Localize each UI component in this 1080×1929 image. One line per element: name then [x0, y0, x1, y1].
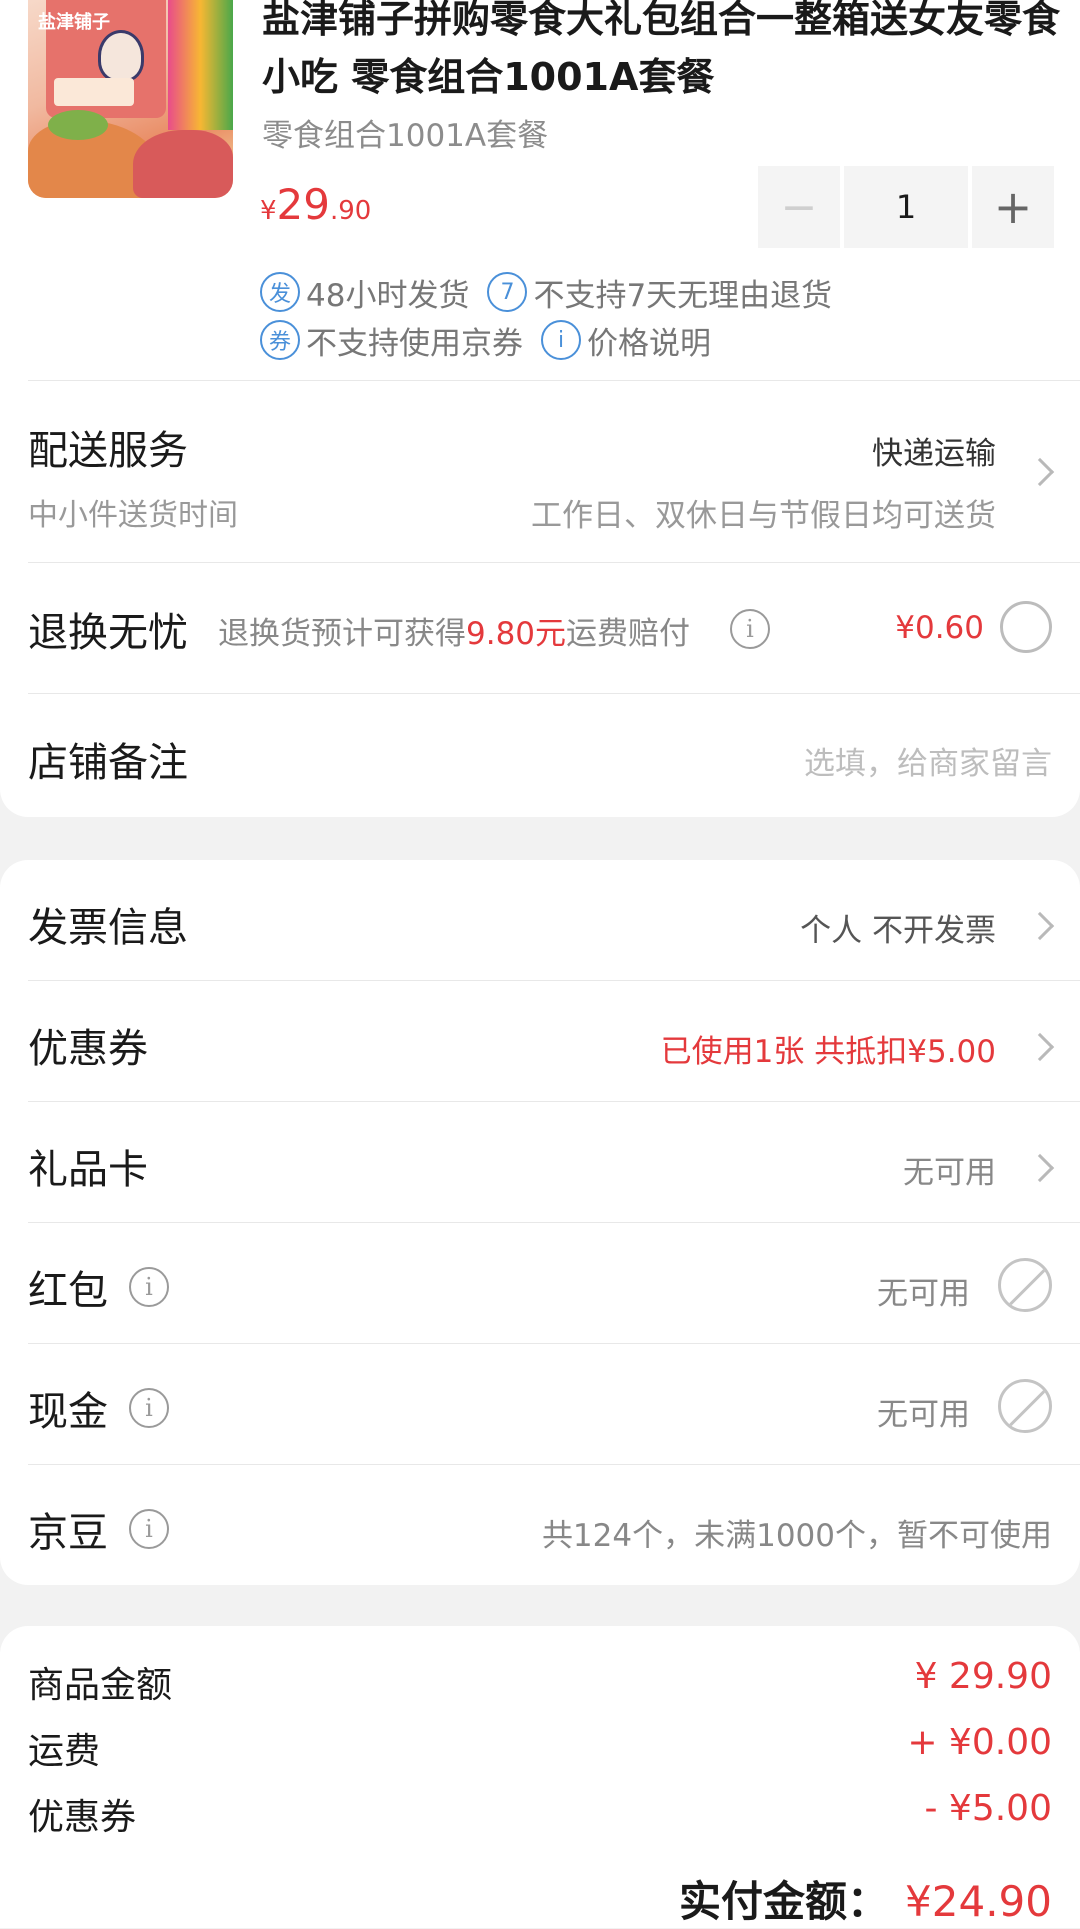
- redpacket-title: 红包: [28, 1268, 108, 1314]
- summary-label-shipping: 运费: [28, 1731, 101, 1772]
- summary-label-goods: 商品金额: [28, 1665, 173, 1706]
- increase-button[interactable]: +: [972, 166, 1054, 248]
- divider: [28, 1343, 1080, 1344]
- divider: [28, 980, 1080, 981]
- payment-options-card: 发票信息 个人 不开发票 优惠券 已使用1张 共抵扣¥5.00 礼品卡 无可用 …: [0, 860, 1080, 1585]
- delivery-method: 快递运输: [872, 436, 996, 472]
- returns-price: ¥0.60: [895, 610, 984, 646]
- invoice-value: 个人 不开发票: [800, 913, 996, 949]
- returns-title: 退换无忧: [28, 610, 188, 656]
- product-spec: 零食组合1001A套餐: [262, 118, 549, 154]
- note-title: 店铺备注: [28, 740, 188, 786]
- divider: [28, 562, 1080, 563]
- summary-value-coupon: - ¥5.00: [924, 1788, 1053, 1829]
- note-input[interactable]: 选填，给商家留言: [804, 738, 1052, 783]
- chevron-right-icon: [1025, 911, 1055, 941]
- chevron-right-icon: [1025, 1153, 1055, 1183]
- tag-price-info[interactable]: i 价格说明: [541, 318, 711, 363]
- info-icon: i: [541, 320, 581, 360]
- product-price: ¥29.90: [260, 180, 372, 229]
- invoice-title: 发票信息: [28, 905, 188, 951]
- order-card: 盐津铺子 盐津铺子拼购零食大礼包组合一整箱送女友零食小吃 零食组合1001A套餐…: [0, 0, 1080, 817]
- summary-value-goods: ¥ 29.90: [914, 1656, 1052, 1697]
- returns-radio[interactable]: [1000, 601, 1052, 653]
- quantity-stepper: − 1 +: [758, 166, 1054, 248]
- jingdou-value: 共124个，未满1000个，暂不可使用: [541, 1518, 1052, 1554]
- info-icon[interactable]: i: [129, 1509, 169, 1549]
- quantity-input[interactable]: 1: [844, 166, 968, 248]
- product-image[interactable]: 盐津铺子: [28, 0, 233, 198]
- chevron-right-icon: [1025, 1032, 1055, 1062]
- delivery-title: 配送服务: [28, 428, 188, 474]
- disabled-icon: [998, 1379, 1052, 1433]
- divider: [28, 380, 1080, 381]
- total-amount: 实付金额： ¥24.90: [679, 1877, 1052, 1926]
- cash-value: 无可用: [877, 1397, 970, 1433]
- chevron-right-icon: [1025, 457, 1055, 487]
- no-return-icon: 7: [487, 272, 528, 312]
- decrease-button[interactable]: −: [758, 166, 840, 248]
- tag-no-jd-coupon: 券 不支持使用京券: [260, 318, 523, 363]
- coupon-title: 优惠券: [28, 1026, 148, 1072]
- coupon-value: 已使用1张 共抵扣¥5.00: [660, 1034, 996, 1070]
- tag-48h-shipping: 发 48小时发货: [260, 270, 469, 315]
- divider: [28, 1464, 1080, 1465]
- giftcard-title: 礼品卡: [28, 1147, 148, 1193]
- divider: [28, 1222, 1080, 1223]
- delivery-sub-label: 中小件送货时间: [28, 498, 238, 533]
- summary-value-shipping: + ¥0.00: [907, 1722, 1052, 1763]
- divider: [28, 1101, 1080, 1102]
- tag-no-7day-return: 7 不支持7天无理由退货: [487, 270, 832, 315]
- service-tags: 发 48小时发货 7 不支持7天无理由退货 券 不支持使用京券 i 价格说明: [260, 268, 850, 364]
- divider: [28, 693, 1080, 694]
- ship-icon: 发: [260, 272, 300, 312]
- product-brand: 盐津铺子: [38, 12, 110, 33]
- redpacket-value: 无可用: [877, 1276, 970, 1312]
- coupon-icon: 券: [260, 320, 300, 360]
- delivery-sub-value: 工作日、双休日与节假日均可送货: [531, 498, 996, 534]
- giftcard-value: 无可用: [903, 1155, 996, 1191]
- summary-label-coupon: 优惠券: [28, 1797, 137, 1838]
- cash-title: 现金: [28, 1389, 108, 1435]
- disabled-icon: [998, 1258, 1052, 1312]
- info-icon[interactable]: i: [129, 1267, 169, 1307]
- product-title[interactable]: 盐津铺子拼购零食大礼包组合一整箱送女友零食小吃 零食组合1001A套餐: [262, 0, 1062, 106]
- jingdou-title: 京豆: [28, 1510, 108, 1556]
- returns-desc: 退换货预计可获得9.80元运费赔付: [218, 616, 691, 652]
- info-icon[interactable]: i: [730, 609, 770, 649]
- info-icon[interactable]: i: [129, 1388, 169, 1428]
